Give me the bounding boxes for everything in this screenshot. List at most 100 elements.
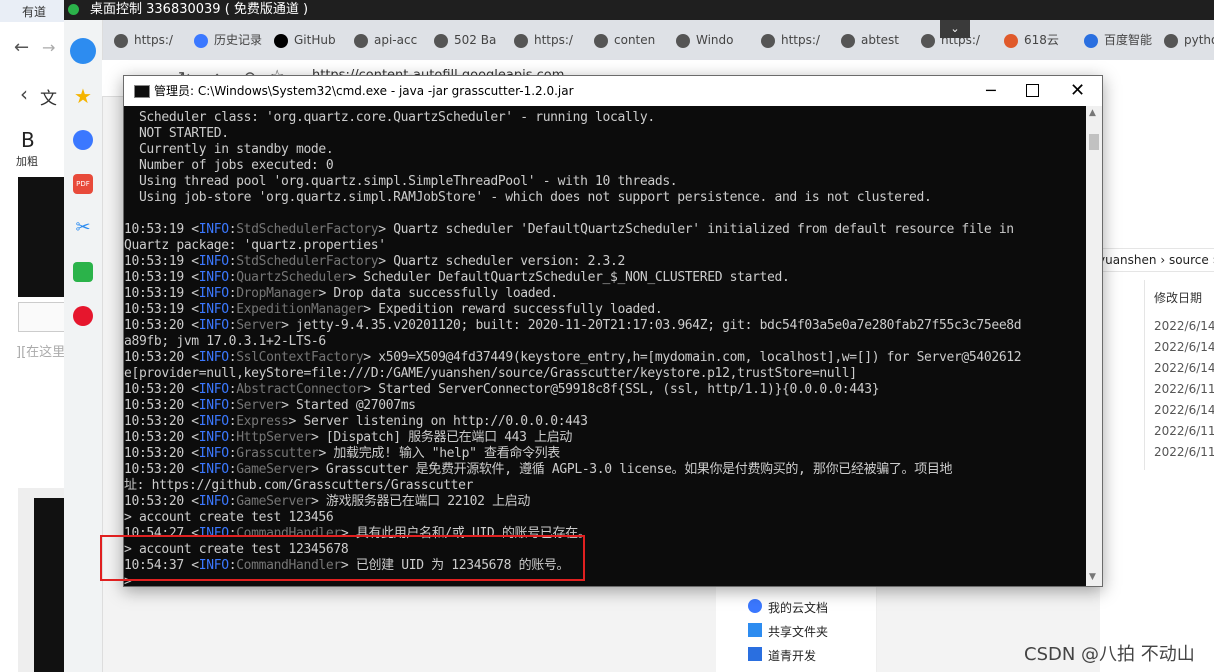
browser-tab[interactable]: 历史记录 — [194, 28, 266, 52]
nav-item-cloud-docs[interactable]: 我的云文档 — [768, 599, 828, 616]
tab-label: Windo — [696, 33, 734, 47]
log-cls: HttpServer — [236, 430, 311, 445]
console-line: Currently in standby mode. — [124, 142, 334, 157]
tab-label: 历史记录 — [214, 33, 263, 47]
background-app-tab[interactable]: 有道 — [0, 0, 64, 22]
browser-tab[interactable]: api-acc — [354, 28, 426, 52]
log-time: 10:53:20 < — [124, 494, 199, 509]
browser-tab[interactable]: 618云 — [1004, 28, 1076, 52]
chevron-left-icon[interactable]: ‹ — [20, 82, 28, 106]
tab-label: GitHub — [294, 33, 336, 47]
browser-logo-icon[interactable] — [70, 38, 96, 64]
apps-icon[interactable] — [73, 262, 93, 282]
tab-label: api-acc — [374, 33, 418, 47]
minimize-icon[interactable]: ─ — [986, 76, 996, 106]
browser-tab[interactable]: Windo — [676, 28, 748, 52]
log-time: 10:53:20 < — [124, 398, 199, 413]
browser-tab[interactable]: abtest — [841, 28, 913, 52]
scrollbar-thumb[interactable] — [1089, 134, 1099, 150]
clock-icon[interactable] — [73, 130, 93, 150]
browser-tab[interactable]: https:/ — [761, 28, 833, 52]
status-dot-icon — [68, 4, 79, 15]
console-line: 10:53:19 <INFO:StdSchedulerFactory> Quar… — [124, 222, 1014, 238]
console-line: NOT STARTED. — [124, 126, 229, 141]
browser-tab[interactable]: pytho — [1164, 28, 1214, 52]
scissors-icon[interactable]: ✂ — [73, 218, 93, 238]
browser-tab[interactable]: https:/ — [514, 28, 586, 52]
editor-placeholder[interactable]: ][在这里 — [16, 341, 65, 360]
console-line: > account create test 123456 — [124, 510, 334, 525]
globe-icon — [841, 33, 855, 48]
console-line: 10:53:20 <INFO:Express> Server listening… — [124, 414, 588, 430]
log-msg: > 游戏服务器已在端口 22102 上启动 — [310, 494, 531, 509]
bold-label: 加粗 — [16, 155, 38, 168]
console-line: 10:53:19 <INFO:StdSchedulerFactory> Quar… — [124, 254, 625, 270]
scroll-up-icon[interactable]: ▲ — [1089, 108, 1096, 118]
browser-tab-strip: https:/ 历史记录 GitHub api-acc 502 Ba https… — [64, 20, 1214, 60]
console-line: Using job-store 'org.quartz.simpl.RAMJob… — [124, 190, 932, 205]
globe-icon — [921, 33, 935, 48]
star-icon[interactable]: ★ — [73, 86, 93, 106]
log-time: 10:53:19 < — [124, 254, 199, 269]
tab-label: 618云 — [1024, 33, 1059, 47]
log-level: INFO — [198, 414, 229, 429]
nav-item-dev[interactable]: 道青开发 — [768, 647, 816, 664]
log-time: 10:53:19 < — [124, 302, 199, 317]
pdf-icon[interactable]: PDF — [73, 174, 93, 194]
cmd-titlebar[interactable]: 管理员: C:\Windows\System32\cmd.exe - java … — [124, 76, 1102, 106]
log-time: 10:53:20 < — [124, 350, 199, 365]
log-cls: StdSchedulerFactory — [236, 222, 379, 237]
console-line: 10:53:19 <INFO:ExpeditionManager> Expedi… — [124, 302, 663, 318]
cmd-title: 管理员: C:\Windows\System32\cmd.exe - java … — [154, 84, 574, 98]
breadcrumb[interactable]: yuanshen › source › — [1100, 248, 1214, 272]
log-cls: DropManager — [236, 286, 319, 301]
column-header-modified[interactable]: 修改日期 — [1154, 289, 1202, 306]
globe-icon — [1164, 33, 1178, 48]
remote-title: 桌面控制 336830039 ( 免费版通道 ) — [90, 2, 309, 17]
console-line: 10:53:20 <INFO:Grasscutter> 加载完成! 输入 "he… — [124, 446, 560, 462]
tool-icon — [676, 33, 690, 48]
log-time: 10:53:20 < — [124, 318, 199, 333]
console-line: 10:53:20 <INFO:AbstractConnector> Starte… — [124, 382, 880, 398]
chevron-down-icon[interactable]: ⌄ — [940, 20, 970, 38]
log-level: INFO — [198, 430, 229, 445]
log-msg: > Drop data successfully loaded. — [318, 286, 558, 301]
bold-icon[interactable]: B — [21, 128, 35, 152]
console-line: 10:53:20 <INFO:SslContextFactory> x509=X… — [124, 350, 1022, 366]
weibo-icon[interactable] — [73, 306, 93, 326]
console-line: 10:53:20 <INFO:Server> jetty-9.4.35.v202… — [124, 318, 1022, 334]
log-cls: ExpeditionManager — [236, 302, 364, 317]
close-icon[interactable]: ✕ — [1070, 76, 1085, 106]
forward-arrow-icon[interactable]: → — [42, 38, 55, 57]
log-level: INFO — [198, 494, 229, 509]
log-cls: GameServer — [236, 462, 311, 477]
scrollbar[interactable]: ▲ ▼ — [1086, 106, 1102, 586]
shared-folder-icon — [748, 623, 762, 637]
log-time: 10:53:20 < — [124, 414, 199, 429]
log-cls: GameServer — [236, 494, 311, 509]
thumbnail-terminal-1 — [18, 177, 64, 297]
browser-tab[interactable]: 502 Ba — [434, 28, 506, 52]
log-level: INFO — [198, 398, 229, 413]
date-cell: 2022/6/11 — [1154, 424, 1214, 438]
back-arrow-icon[interactable]: ← — [14, 37, 29, 58]
cmd-icon — [134, 85, 150, 98]
thumbnail-box — [18, 302, 66, 332]
maximize-icon[interactable] — [1026, 84, 1039, 97]
console-line: 10:53:20 <INFO:GameServer> 游戏服务器已在端口 221… — [124, 494, 530, 510]
nav-item-shared-folder[interactable]: 共享文件夹 — [768, 623, 828, 640]
browser-tab[interactable]: conten — [594, 28, 666, 52]
cmd-window[interactable]: 管理员: C:\Windows\System32\cmd.exe - java … — [123, 75, 1103, 587]
explorer-nav-pane: 我的云文档 共享文件夹 道青开发 — [716, 585, 877, 672]
log-cls: QuartzScheduler — [236, 270, 349, 285]
log-msg: > jetty-9.4.35.v20201120; built: 2020-11… — [281, 318, 1022, 333]
browser-sidebar: ★ PDF ✂ — [64, 20, 103, 672]
log-time: 10:53:20 < — [124, 430, 199, 445]
browser-tab[interactable]: https:/ — [114, 28, 186, 52]
scroll-down-icon[interactable]: ▼ — [1089, 572, 1096, 582]
browser-tab[interactable]: 百度智能 — [1084, 28, 1156, 52]
browser-tab[interactable]: GitHub — [274, 28, 346, 52]
console-line: 10:53:20 <INFO:HttpServer> [Dispatch] 服务… — [124, 430, 572, 446]
console-output[interactable]: Scheduler class: 'org.quartz.core.Quartz… — [124, 106, 1086, 586]
globe-icon — [354, 33, 368, 48]
